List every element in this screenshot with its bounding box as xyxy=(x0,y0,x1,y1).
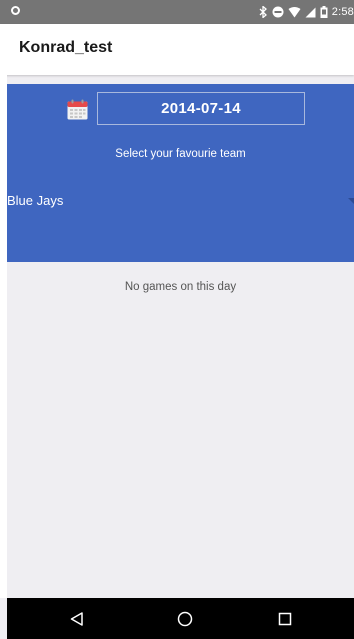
select-team-label: Select your favourie team xyxy=(115,148,246,160)
left-edge xyxy=(0,75,7,598)
status-bar: 2:58 xyxy=(0,0,354,24)
recents-icon[interactable] xyxy=(274,608,296,630)
app-screen: 2:58 Konrad_test 2014-07-14 Select your … xyxy=(0,0,354,639)
team-dropdown-value: Blue Jays xyxy=(7,193,64,208)
date-field[interactable]: 2014-07-14 xyxy=(97,92,305,125)
battery-icon xyxy=(320,6,328,18)
dropdown-arrow-icon xyxy=(348,198,354,204)
bluetooth-icon xyxy=(259,6,268,18)
home-icon[interactable] xyxy=(174,608,196,630)
do-not-disturb-icon xyxy=(272,6,284,18)
app-bar: Konrad_test xyxy=(0,24,354,75)
team-panel: 2014-07-14 Select your favourie team Blu… xyxy=(7,84,354,262)
back-icon[interactable] xyxy=(66,608,88,630)
status-dot-icon xyxy=(11,6,20,15)
app-title: Konrad_test xyxy=(19,39,113,56)
team-dropdown[interactable]: Blue Jays xyxy=(7,188,354,212)
wifi-icon xyxy=(288,6,301,18)
status-icons: 2:58 xyxy=(259,0,354,24)
navigation-bar xyxy=(7,598,354,639)
status-time: 2:58 xyxy=(331,6,354,18)
signal-icon xyxy=(305,7,316,18)
empty-state-message: No games on this day xyxy=(124,281,237,293)
calendar-icon[interactable] xyxy=(67,99,88,120)
